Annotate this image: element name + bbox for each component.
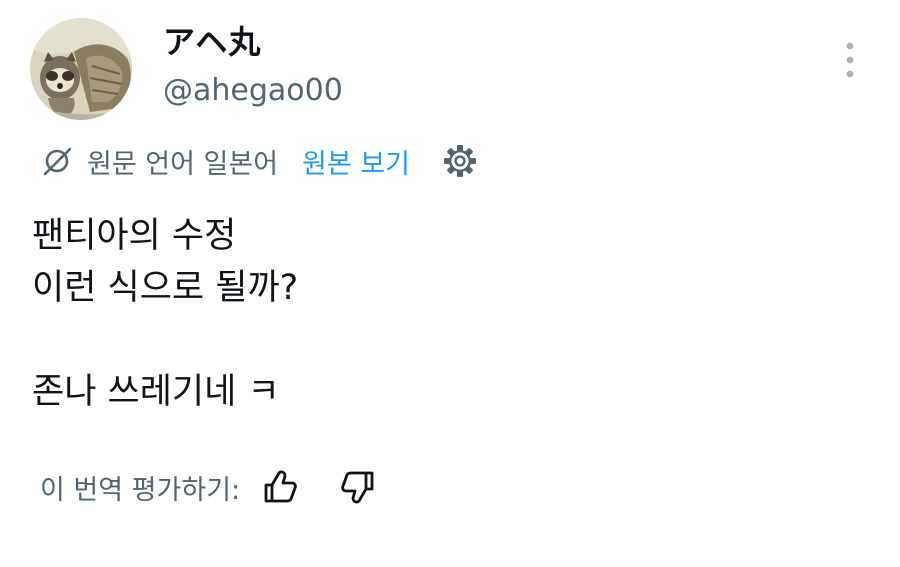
display-name[interactable]: アヘ丸 — [163, 22, 261, 62]
tweet-line: 팬티아의 수정 — [32, 216, 237, 256]
thumbs-down-icon[interactable] — [338, 467, 378, 507]
tweet-text: 팬티아의 수정 이런 식으로 될까? 존나 쓰레기네 ㅋ — [32, 210, 298, 418]
vertical-ellipsis-icon — [846, 42, 854, 78]
user-handle[interactable]: @ahegao00 — [163, 71, 343, 111]
tweet-line: 존나 쓰레기네 ㅋ — [32, 372, 280, 412]
tweet-line: 이런 식으로 될까? — [32, 268, 299, 308]
rate-translation-row: 이 번역 평가하기: — [40, 465, 378, 509]
tweet-line — [32, 314, 298, 366]
translate-icon — [43, 147, 72, 176]
source-language-label: 원문 언어 일본어 — [87, 148, 279, 180]
avatar[interactable] — [30, 18, 132, 120]
gear-icon[interactable] — [442, 143, 478, 179]
rate-translation-label: 이 번역 평가하기: — [40, 474, 241, 506]
view-original-link[interactable]: 원본 보기 — [302, 142, 410, 181]
translation-info-row: 원문 언어 일본어 원본 보기 — [40, 140, 478, 182]
more-options-button[interactable] — [834, 38, 866, 82]
thumbs-up-icon[interactable] — [260, 467, 300, 507]
raccoon-dog-avatar-image — [30, 18, 132, 120]
